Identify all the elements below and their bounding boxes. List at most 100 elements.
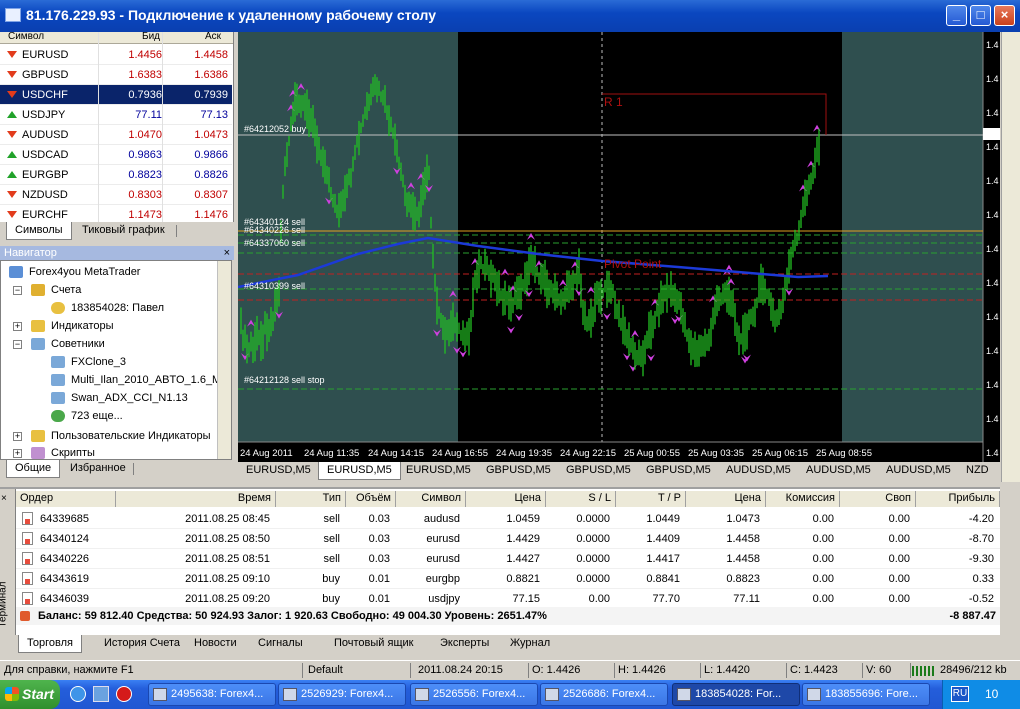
order-label[interactable]: #64337060 sell <box>244 238 305 248</box>
price-scale-scrollbar[interactable] <box>1001 32 1020 482</box>
terminal-tab[interactable]: Новости <box>186 635 245 653</box>
market-watch-row[interactable]: USDJPY 77.11 77.13 <box>0 105 232 125</box>
market-watch-row[interactable]: EURGBP 0.8823 0.8826 <box>0 165 232 185</box>
windows-logo-icon <box>5 687 19 701</box>
collapse-icon[interactable]: − <box>13 286 22 295</box>
column-header[interactable]: Цена <box>466 491 546 507</box>
price-chart[interactable]: #64212052 buy #64340124 sell #64340226 sel… <box>238 32 1000 462</box>
chart-tab[interactable]: GBPUSD,M5 <box>478 462 559 480</box>
expand-icon[interactable]: + <box>13 322 22 331</box>
column-header[interactable]: Тип <box>276 491 346 507</box>
column-header[interactable]: Объём <box>346 491 396 507</box>
order-cell: 77.15 <box>512 593 540 605</box>
expand-icon[interactable]: + <box>13 432 22 441</box>
nav-advisors[interactable]: Советники <box>51 338 105 350</box>
terminal-close-icon[interactable]: × <box>1 493 7 504</box>
nav-scripts[interactable]: Скрипты <box>51 447 95 459</box>
bid-price: 1.4456 <box>128 49 162 61</box>
order-row[interactable]: 64343619 2011.08.25 09:10 buy 0.01 eurgbp 0.8… <box>16 569 1000 589</box>
chart-tab[interactable]: AUDUSD,M5 <box>798 462 879 480</box>
col-bid[interactable]: Бид <box>142 31 160 42</box>
tab-symbols[interactable]: Символы <box>6 222 72 240</box>
col-ask[interactable]: Аск <box>205 31 221 42</box>
column-header[interactable]: Комиссия <box>766 491 840 507</box>
taskbar-task[interactable]: 2526929: Forex4... <box>278 683 406 706</box>
opera-icon[interactable] <box>116 686 132 702</box>
close-button[interactable]: × <box>994 5 1015 26</box>
nav-root[interactable]: Forex4you MetaTrader <box>29 266 140 278</box>
start-button[interactable]: Start <box>0 680 60 709</box>
nav-custom-indicators[interactable]: Пользовательские Индикаторы <box>51 430 211 442</box>
chart-tabs: EURUSD,M5 EURUSD,M5 EURUSD,M5 GBPUSD,M5 GBPU… <box>236 462 1000 482</box>
terminal-tab[interactable]: Журнал <box>502 635 558 653</box>
market-watch-row[interactable]: USDCAD 0.9863 0.9866 <box>0 145 232 165</box>
order-cell: 1.4409 <box>646 533 680 545</box>
chart-tab[interactable]: EURUSD,M5 <box>318 462 401 480</box>
market-watch-row[interactable]: USDCHF 0.7936 0.7939 <box>0 85 232 105</box>
chart-tab[interactable]: GBPUSD,M5 <box>638 462 719 480</box>
column-header[interactable]: Своп <box>840 491 916 507</box>
chart-tab[interactable]: AUDUSD,M5 <box>878 462 959 480</box>
market-watch-row[interactable]: EURUSD 1.4456 1.4458 <box>0 45 232 65</box>
nav-account-item[interactable]: 183854028: Павел <box>71 302 164 314</box>
collapse-icon[interactable]: − <box>13 340 22 349</box>
order-row[interactable]: 64346039 2011.08.25 09:20 buy 0.01 usdjpy 77.… <box>16 589 1000 609</box>
nav-more-advisors[interactable]: 723 еще... <box>71 410 123 422</box>
order-row[interactable]: 64340226 2011.08.25 08:51 sell 0.03 eurusd 1.… <box>16 549 1000 569</box>
terminal-tab[interactable]: Сигналы <box>250 635 311 653</box>
taskbar-task[interactable]: 2495638: Forex4... <box>148 683 276 706</box>
terminal-tab[interactable]: История Счета <box>96 635 188 653</box>
chart-tab[interactable]: EURUSD,M5 <box>238 462 319 480</box>
market-watch-row[interactable]: GBPUSD 1.6383 1.6386 <box>0 65 232 85</box>
order-row[interactable]: 64340124 2011.08.25 08:50 sell 0.03 eurusd 1.… <box>16 529 1000 549</box>
col-symbol[interactable]: Символ <box>8 31 44 42</box>
order-row[interactable]: 64339685 2011.08.25 08:45 sell 0.03 audusd 1.… <box>16 509 1000 529</box>
taskbar-task[interactable]: 183854028: For... <box>672 683 800 706</box>
task-label: 2526929: Forex4... <box>301 688 394 700</box>
outlook-icon[interactable] <box>93 686 109 702</box>
arrow-down-icon <box>7 51 17 58</box>
column-header[interactable]: Символ <box>396 491 466 507</box>
expand-icon[interactable]: + <box>13 449 22 458</box>
chart-tab[interactable]: GBPUSD,M5 <box>558 462 639 480</box>
order-label[interactable]: #64310399 sell <box>244 281 305 291</box>
tab-general[interactable]: Общие <box>6 460 61 478</box>
terminal-tab[interactable]: Торговля <box>18 635 82 653</box>
order-label[interactable]: #64212052 buy <box>244 124 307 134</box>
tab-favorites[interactable]: Избранное <box>62 460 134 478</box>
status-volume: V: 60 <box>866 664 892 676</box>
nav-advisor-item[interactable]: Multi_Ilan_2010_ABTO_1.6_M <box>71 374 221 386</box>
chart-tab[interactable]: AUDUSD,M5 <box>718 462 799 480</box>
chart-tab[interactable]: NZD <box>958 462 997 480</box>
terminal-tab[interactable]: Почтовый ящик <box>326 635 421 653</box>
column-header[interactable]: Время <box>116 491 276 507</box>
navigator-scrollbar[interactable] <box>217 261 231 459</box>
order-label[interactable]: #64340226 sell <box>244 225 305 235</box>
taskbar-task[interactable]: 183855696: Fore... <box>802 683 930 706</box>
navigator-close-icon[interactable]: × <box>224 246 230 260</box>
task-label: 2526556: Forex4... <box>433 688 526 700</box>
window-titlebar[interactable]: 81.176.229.93 - Подключение к удаленному… <box>0 0 1020 32</box>
market-watch-row[interactable]: AUDUSD 1.0470 1.0473 <box>0 125 232 145</box>
tab-tick-chart[interactable]: Тиковый график <box>74 222 173 240</box>
language-indicator[interactable]: RU <box>951 686 969 702</box>
chart-tab[interactable]: EURUSD,M5 <box>398 462 479 480</box>
maximize-button[interactable]: □ <box>970 5 991 26</box>
column-header[interactable]: Цена <box>686 491 766 507</box>
ie-icon[interactable] <box>70 686 86 702</box>
column-header[interactable]: Прибыль <box>916 491 1000 507</box>
order-label[interactable]: #64212128 sell stop <box>244 375 325 385</box>
terminal-tab[interactable]: Эксперты <box>432 635 497 653</box>
column-header[interactable]: T / P <box>616 491 686 507</box>
nav-advisor-item[interactable]: Swan_ADX_CCI_N1.13 <box>71 392 188 404</box>
minimize-button[interactable]: _ <box>946 5 967 26</box>
column-header[interactable]: Ордер <box>16 491 116 507</box>
nav-advisor-item[interactable]: FXClone_3 <box>71 356 126 368</box>
taskbar-task[interactable]: 2526686: Forex4... <box>540 683 668 706</box>
nav-accounts[interactable]: Счета <box>51 284 81 296</box>
market-watch-row[interactable]: NZDUSD 0.8303 0.8307 <box>0 185 232 205</box>
column-header[interactable]: S / L <box>546 491 616 507</box>
taskbar-task[interactable]: 2526556: Forex4... <box>410 683 538 706</box>
chart-canvas[interactable]: #64212052 buy#64340124 sell#64340226 sel… <box>238 32 1000 462</box>
nav-indicators[interactable]: Индикаторы <box>51 320 114 332</box>
